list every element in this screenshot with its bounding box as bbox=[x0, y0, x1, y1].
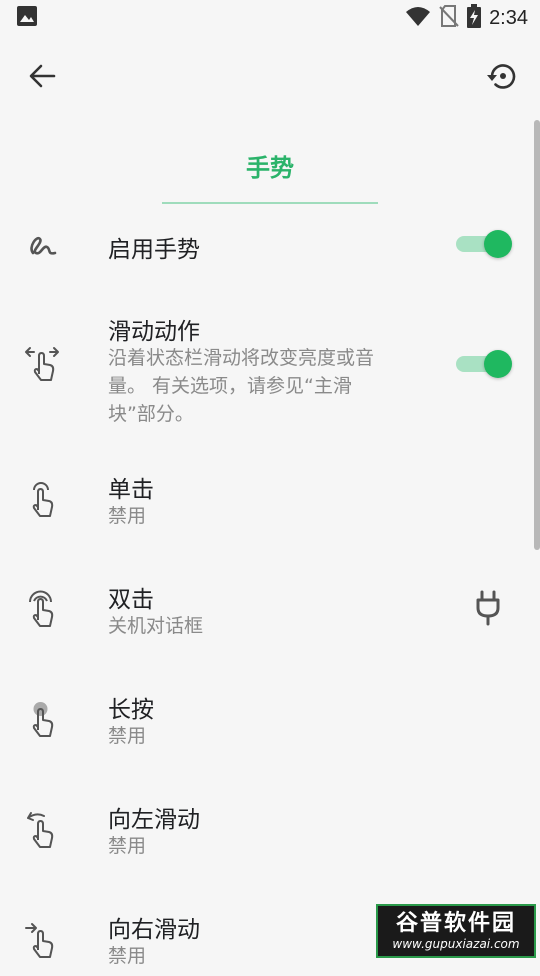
setting-swipe-action[interactable]: 滑动动作 沿着状态栏滑动将改变亮度或音量。 有关选项，请参见“主滑块”部分。 bbox=[0, 306, 540, 425]
setting-title: 单击 bbox=[108, 477, 154, 503]
watermark-url: www.gupuxiazai.com bbox=[392, 937, 520, 951]
power-plug-icon bbox=[470, 588, 506, 628]
setting-long-press[interactable]: 长按 禁用 bbox=[0, 686, 540, 756]
setting-title: 滑动动作 bbox=[108, 319, 200, 345]
swipe-horizontal-icon bbox=[22, 344, 62, 384]
toggle-thumb bbox=[484, 350, 512, 378]
setting-subtitle: 关机对话框 bbox=[108, 615, 204, 637]
watermark-main: 谷普软件园 bbox=[395, 911, 516, 936]
squiggle-gesture-icon bbox=[22, 224, 62, 264]
setting-title: 启用手势 bbox=[108, 237, 200, 263]
setting-double-tap[interactable]: 双击 关机对话框 bbox=[0, 576, 540, 646]
setting-subtitle: 禁用 bbox=[108, 505, 147, 527]
setting-title: 向左滑动 bbox=[108, 807, 200, 833]
double-tap-icon bbox=[22, 590, 62, 630]
enable-gestures-toggle[interactable] bbox=[456, 230, 512, 258]
toggle-thumb bbox=[484, 230, 512, 258]
setting-subtitle: 禁用 bbox=[108, 835, 147, 857]
settings-list: 启用手势 滑动动作 沿着状态栏滑动将改变亮度或音量。 有关选项，请参见“主滑块”… bbox=[0, 0, 540, 967]
setting-subtitle: 沿着状态栏滑动将改变亮度或音量。 有关选项，请参见“主滑块”部分。 bbox=[108, 347, 375, 425]
setting-enable-gestures[interactable]: 启用手势 bbox=[0, 214, 540, 278]
setting-single-tap[interactable]: 单击 禁用 bbox=[0, 466, 540, 536]
swipe-left-icon bbox=[22, 810, 62, 850]
setting-subtitle: 禁用 bbox=[108, 945, 147, 967]
single-tap-icon bbox=[22, 480, 62, 520]
setting-subtitle: 禁用 bbox=[108, 725, 147, 747]
long-press-icon bbox=[22, 700, 62, 740]
watermark-logo: 谷普软件园 www.gupuxiazai.com bbox=[376, 904, 536, 958]
setting-title: 向右滑动 bbox=[108, 917, 200, 943]
swipe-right-icon bbox=[22, 920, 62, 960]
setting-title: 长按 bbox=[108, 697, 154, 723]
setting-title: 双击 bbox=[108, 587, 154, 613]
setting-swipe-left[interactable]: 向左滑动 禁用 bbox=[0, 796, 540, 866]
swipe-action-toggle[interactable] bbox=[456, 350, 512, 378]
